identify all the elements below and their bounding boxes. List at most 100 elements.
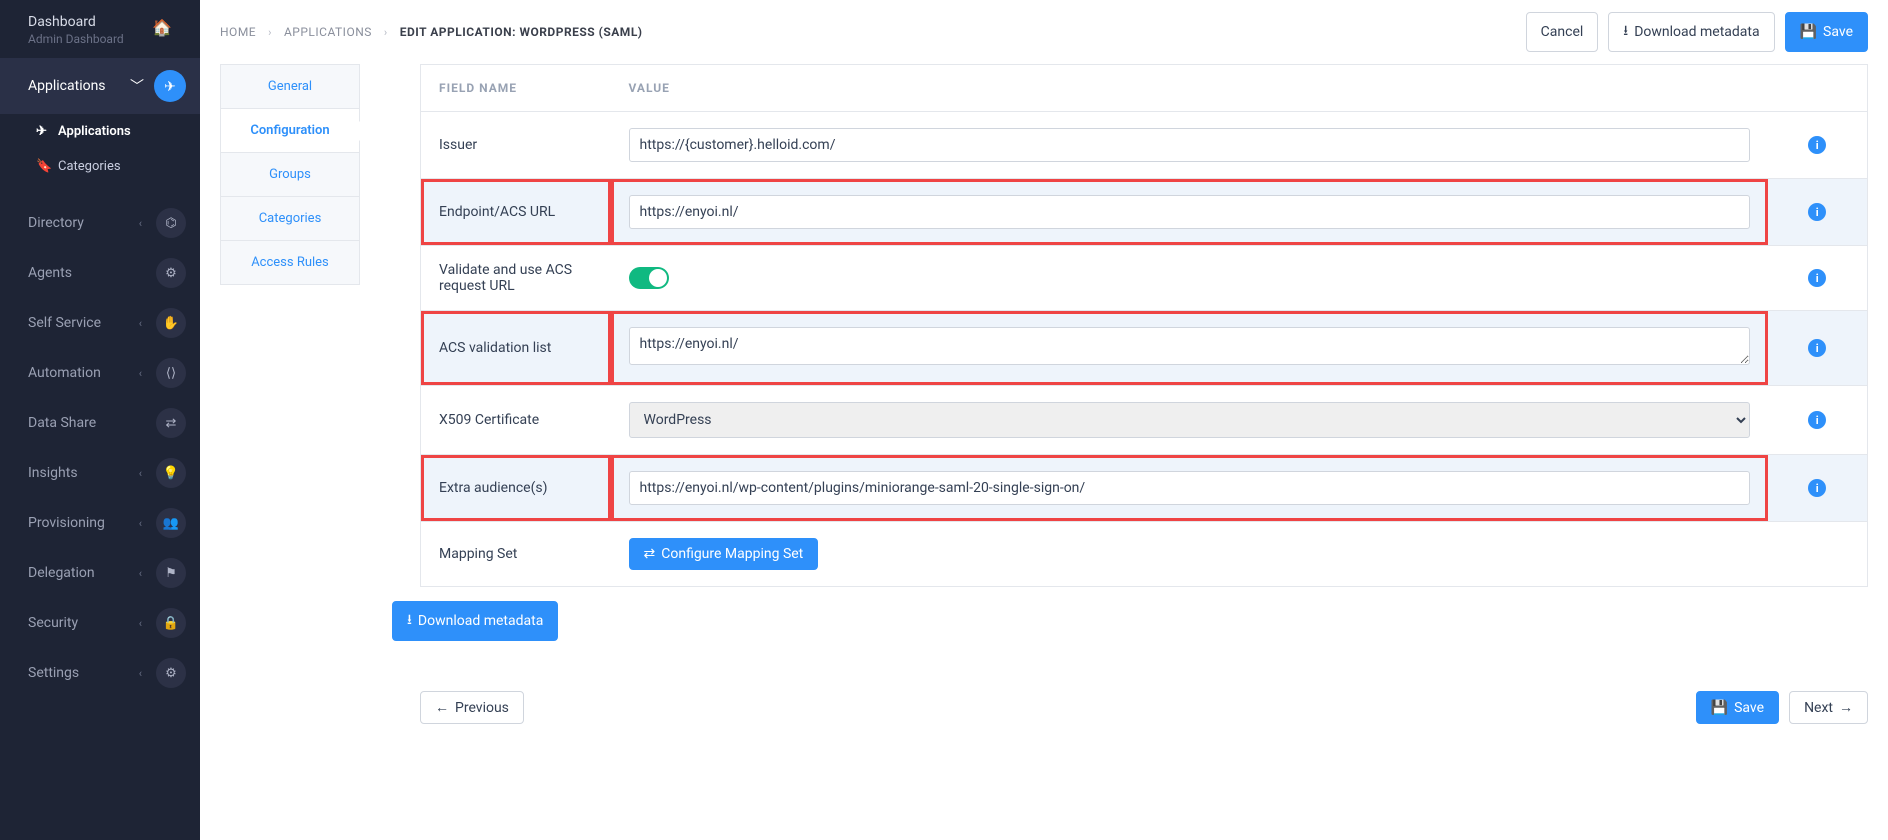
sidebar-section-applications[interactable]: Applications ﹀ ✈ xyxy=(0,58,200,114)
dashboard-subtitle: Admin Dashboard xyxy=(28,32,124,46)
sidebar-subitem-categories[interactable]: 🔖 Categories xyxy=(0,149,200,184)
button-label: Configure Mapping Set xyxy=(661,546,803,562)
previous-button[interactable]: ← Previous xyxy=(420,691,524,724)
sidebar-sub-label: Applications xyxy=(58,124,131,139)
endpoint-acs-input[interactable] xyxy=(629,195,1750,229)
sidebar-item-provisioning[interactable]: Provisioning ‹ 👥 xyxy=(0,498,200,548)
breadcrumb: Home › Applications › Edit Application: … xyxy=(220,25,643,39)
field-label: Endpoint/ACS URL xyxy=(421,179,611,246)
paper-plane-icon: ✈ xyxy=(36,124,50,139)
arrow-right-icon: → xyxy=(1839,699,1853,716)
row-extra-audiences: Extra audience(s) i xyxy=(421,455,1868,522)
tab-accessrules[interactable]: Access Rules xyxy=(220,241,360,285)
config-tabs: General Configuration Groups Categories … xyxy=(220,64,360,724)
sidebar-item-label: Self Service xyxy=(28,315,101,331)
x509-certificate-select[interactable]: WordPress xyxy=(629,402,1750,438)
row-x509: X509 Certificate WordPress i xyxy=(421,386,1868,455)
paper-plane-icon[interactable]: ✈ xyxy=(154,70,186,102)
chevron-down-icon: ﹀ xyxy=(130,76,144,96)
field-label: X509 Certificate xyxy=(421,386,611,455)
row-mapping-set: Mapping Set ⇄ Configure Mapping Set xyxy=(421,522,1868,587)
field-label: Extra audience(s) xyxy=(421,455,611,522)
button-label: Cancel xyxy=(1541,24,1584,40)
configure-mapping-set-button[interactable]: ⇄ Configure Mapping Set xyxy=(629,538,819,570)
chevron-left-icon: ‹ xyxy=(139,467,142,480)
sidebar-item-label: Agents xyxy=(28,265,72,281)
tab-configuration[interactable]: Configuration xyxy=(220,109,360,153)
download-icon: ⭳ xyxy=(407,609,412,633)
validate-acs-toggle[interactable] xyxy=(629,267,669,289)
sidebar-item-datashare[interactable]: Data Share ⇄ xyxy=(0,398,200,448)
sidebar-item-selfservice[interactable]: Self Service ‹ ✋ xyxy=(0,298,200,348)
cancel-button[interactable]: Cancel xyxy=(1526,12,1599,52)
sidebar-item-label: Insights xyxy=(28,465,78,481)
row-acs-validation-list: ACS validation list https://enyoi.nl/ i xyxy=(421,311,1868,386)
extra-audiences-input[interactable] xyxy=(629,471,1750,505)
next-button[interactable]: Next → xyxy=(1789,691,1868,724)
users-icon: 👥 xyxy=(156,508,186,538)
breadcrumb-applications[interactable]: Applications xyxy=(284,25,372,39)
bulb-icon: 💡 xyxy=(156,458,186,488)
breadcrumb-home[interactable]: Home xyxy=(220,25,256,39)
sidebar-item-label: Automation xyxy=(28,365,101,381)
issuer-input[interactable] xyxy=(629,128,1750,162)
button-label: Save xyxy=(1734,700,1764,716)
download-metadata-button-bottom[interactable]: ⭳ Download metadata xyxy=(392,601,558,641)
sidebar-item-label: Data Share xyxy=(28,415,96,431)
row-issuer: Issuer i xyxy=(421,112,1868,179)
sidebar-item-agents[interactable]: Agents ⚙ xyxy=(0,248,200,298)
chevron-left-icon: ‹ xyxy=(139,667,142,680)
sidebar-item-automation[interactable]: Automation ‹ ⟨⟩ xyxy=(0,348,200,398)
home-icon[interactable]: 🏠 xyxy=(152,18,172,38)
sidebar-item-label: Settings xyxy=(28,665,79,681)
gear-icon: ⚙ xyxy=(156,658,186,688)
code-icon: ⟨⟩ xyxy=(156,358,186,388)
sidebar-item-settings[interactable]: Settings ‹ ⚙ xyxy=(0,648,200,698)
download-icon: ⭳ xyxy=(1623,20,1628,44)
breadcrumb-current: Edit Application: WordPress (SAML) xyxy=(400,25,643,39)
field-label: Mapping Set xyxy=(421,522,611,587)
row-validate-acs: Validate and use ACS request URL i xyxy=(421,246,1868,311)
info-icon[interactable]: i xyxy=(1808,339,1826,357)
sidebar-item-delegation[interactable]: Delegation ‹ ⚑ xyxy=(0,548,200,598)
sidebar-dashboard-header[interactable]: Dashboard Admin Dashboard xyxy=(0,0,138,50)
hand-icon: ✋ xyxy=(156,308,186,338)
info-icon[interactable]: i xyxy=(1808,411,1826,429)
chevron-left-icon: ‹ xyxy=(139,517,142,530)
tab-categories[interactable]: Categories xyxy=(220,197,360,241)
save-button-bottom[interactable]: 💾 Save xyxy=(1696,691,1779,724)
acs-validation-list-input[interactable]: https://enyoi.nl/ xyxy=(629,327,1750,365)
sidebar-section-label: Applications xyxy=(28,78,106,94)
chevron-left-icon: ‹ xyxy=(139,617,142,630)
lock-icon: 🔒 xyxy=(156,608,186,638)
main: Home › Applications › Edit Application: … xyxy=(200,0,1888,840)
tab-groups[interactable]: Groups xyxy=(220,153,360,197)
field-label: ACS validation list xyxy=(421,311,611,386)
sidebar-item-security[interactable]: Security ‹ 🔒 xyxy=(0,598,200,648)
chevron-left-icon: ‹ xyxy=(139,317,142,330)
cogs-icon: ⚙ xyxy=(156,258,186,288)
sidebar-item-label: Directory xyxy=(28,215,84,231)
save-icon: 💾 xyxy=(1711,700,1728,716)
chevron-left-icon: ‹ xyxy=(139,217,142,230)
button-label: Previous xyxy=(455,700,509,716)
info-icon[interactable]: i xyxy=(1808,136,1826,154)
sidebar-item-directory[interactable]: Directory ‹ ⌬ xyxy=(0,198,200,248)
chevron-left-icon: ‹ xyxy=(139,567,142,580)
field-label: Issuer xyxy=(421,112,611,179)
sidebar-item-label: Provisioning xyxy=(28,515,105,531)
button-label: Save xyxy=(1823,24,1853,40)
exchange-icon: ⇄ xyxy=(644,546,656,562)
save-button[interactable]: 💾 Save xyxy=(1785,12,1868,52)
tab-general[interactable]: General xyxy=(220,64,360,109)
th-value: Value xyxy=(611,65,1768,112)
sidebar-subitem-applications[interactable]: ✈ Applications xyxy=(0,114,200,149)
sidebar-item-label: Security xyxy=(28,615,78,631)
download-metadata-button[interactable]: ⭳ Download metadata xyxy=(1608,12,1774,52)
info-icon[interactable]: i xyxy=(1808,203,1826,221)
sidebar-item-insights[interactable]: Insights ‹ 💡 xyxy=(0,448,200,498)
info-icon[interactable]: i xyxy=(1808,269,1826,287)
info-icon[interactable]: i xyxy=(1808,479,1826,497)
share-icon: ⇄ xyxy=(156,408,186,438)
chevron-right-icon: › xyxy=(268,26,272,39)
